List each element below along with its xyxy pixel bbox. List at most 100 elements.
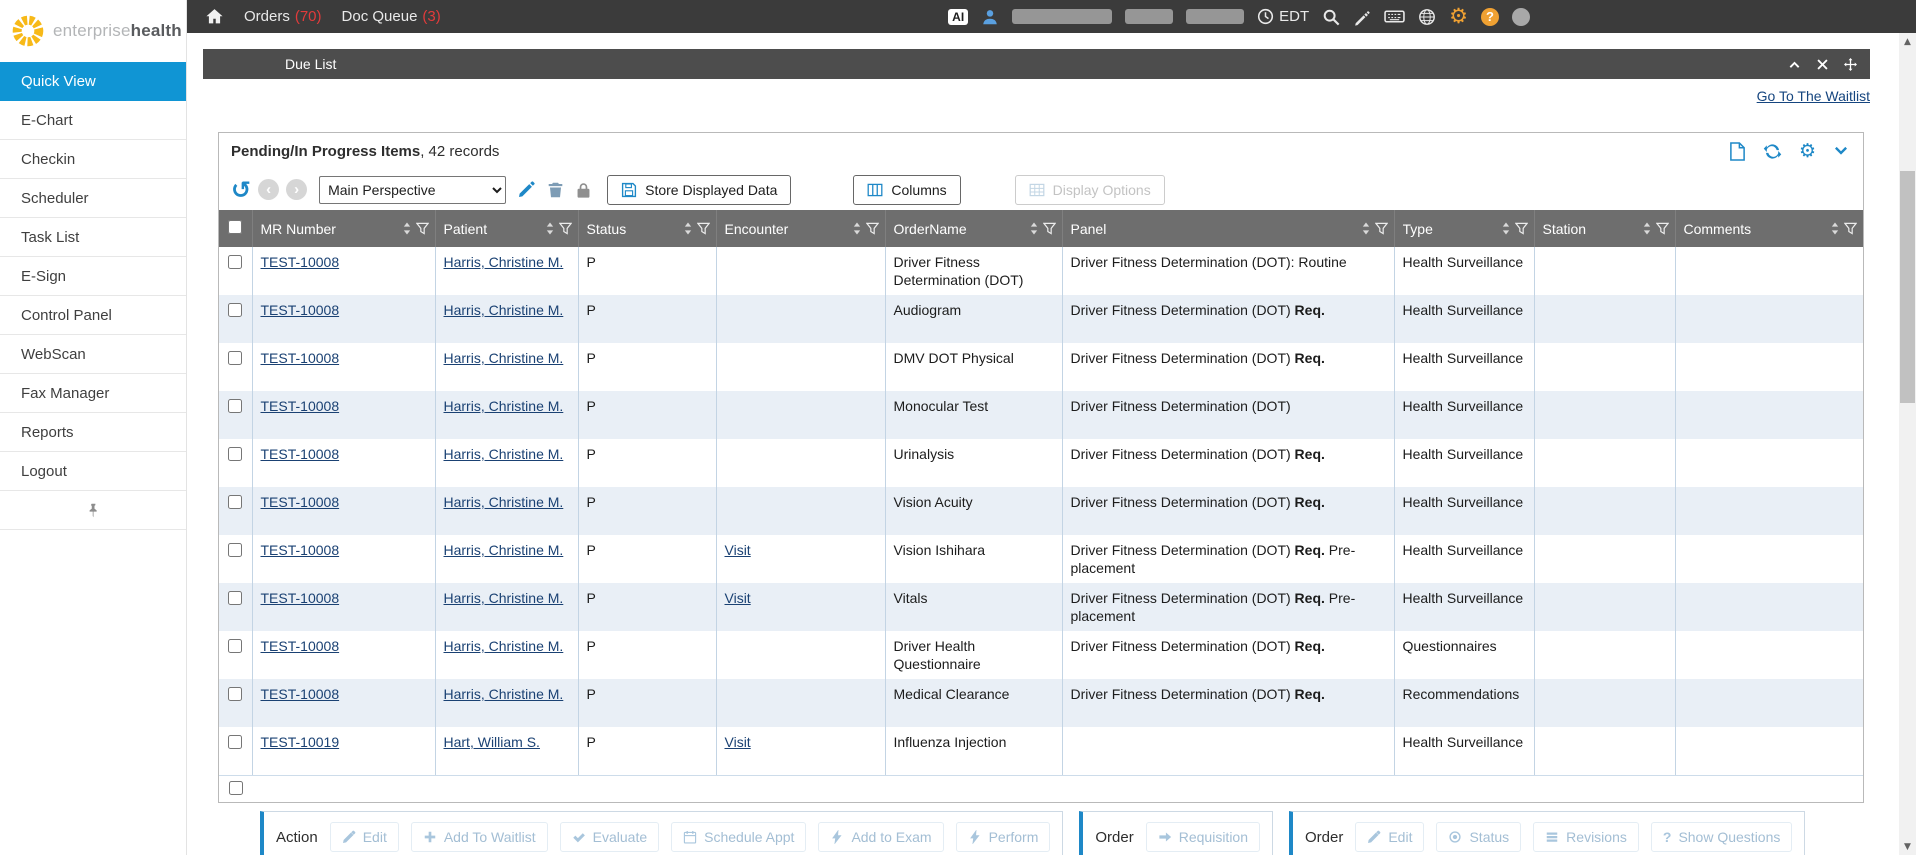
row-checkbox[interactable] (228, 543, 242, 557)
settings-gear-icon[interactable]: ⚙ (1449, 6, 1468, 27)
patient-link[interactable]: Harris, Christine M. (444, 398, 564, 414)
status-button[interactable]: Status (1436, 822, 1521, 852)
column-header-comments[interactable]: Comments (1675, 210, 1863, 247)
patient-link[interactable]: Harris, Christine M. (444, 350, 564, 366)
evaluate-button[interactable]: Evaluate (560, 822, 659, 852)
patient-link[interactable]: Hart, William S. (444, 734, 540, 750)
row-checkbox[interactable] (228, 687, 242, 701)
column-header-panel[interactable]: Panel (1062, 210, 1394, 247)
sidebar-pin[interactable] (0, 491, 186, 530)
scroll-down-arrow[interactable]: ▼ (1899, 838, 1916, 855)
mr-link[interactable]: TEST-10008 (261, 638, 340, 654)
patient-link[interactable]: Harris, Christine M. (444, 638, 564, 654)
row-checkbox[interactable] (228, 591, 242, 605)
sidebar-item-control-panel[interactable]: Control Panel (0, 296, 186, 335)
scroll-up-arrow[interactable]: ▲ (1899, 33, 1916, 50)
scrollbar-thumb[interactable] (1900, 171, 1915, 403)
column-header-status[interactable]: Status (578, 210, 716, 247)
row-checkbox[interactable] (228, 303, 242, 317)
patient-link[interactable]: Harris, Christine M. (444, 686, 564, 702)
revisions-button[interactable]: Revisions (1533, 822, 1639, 852)
new-document-icon[interactable] (1729, 142, 1746, 161)
row-checkbox[interactable] (228, 495, 242, 509)
mr-link[interactable]: TEST-10008 (261, 446, 340, 462)
close-icon[interactable] (1816, 58, 1829, 71)
move-icon[interactable] (1844, 58, 1857, 71)
patient-link[interactable]: Harris, Christine M. (444, 302, 564, 318)
delete-perspective-icon[interactable] (547, 181, 564, 199)
mr-link[interactable]: TEST-10019 (261, 734, 340, 750)
patient-link[interactable]: Harris, Christine M. (444, 542, 564, 558)
column-header-station[interactable]: Station (1534, 210, 1675, 247)
schedule-appt-button[interactable]: Schedule Appt (671, 822, 806, 852)
row-checkbox[interactable] (228, 639, 242, 653)
sidebar-item-checkin[interactable]: Checkin (0, 140, 186, 179)
requisition-button[interactable]: Requisition (1146, 822, 1260, 852)
orders-link[interactable]: Orders (70) (244, 8, 322, 25)
waitlist-link[interactable]: Go To The Waitlist (1757, 88, 1870, 108)
panel-gear-icon[interactable]: ⚙ (1799, 142, 1816, 161)
row-checkbox[interactable] (228, 351, 242, 365)
pen-icon[interactable] (1353, 8, 1371, 26)
row-checkbox[interactable] (228, 735, 242, 749)
encounter-link[interactable]: Visit (725, 734, 751, 750)
select-all-checkbox[interactable] (228, 220, 242, 234)
column-header-ordername[interactable]: OrderName (885, 210, 1062, 247)
ai-badge[interactable]: AI (948, 9, 968, 25)
edit-button[interactable]: Edit (330, 822, 399, 852)
mr-link[interactable]: TEST-10008 (261, 494, 340, 510)
sidebar-item-task-list[interactable]: Task List (0, 218, 186, 257)
columns-button[interactable]: Columns (853, 175, 960, 205)
sidebar-item-logout[interactable]: Logout (0, 452, 186, 491)
display-options-button[interactable]: Display Options (1015, 175, 1165, 205)
help-icon[interactable]: ? (1481, 8, 1499, 26)
show-questions-button[interactable]: ?Show Questions (1651, 822, 1793, 852)
mr-link[interactable]: TEST-10008 (261, 350, 340, 366)
encounter-link[interactable]: Visit (725, 542, 751, 558)
patient-link[interactable]: Harris, Christine M. (444, 494, 564, 510)
status-circle-icon[interactable] (1512, 8, 1530, 26)
encounter-link[interactable]: Visit (725, 590, 751, 606)
keyboard-icon[interactable] (1384, 6, 1405, 27)
edit-button[interactable]: Edit (1355, 822, 1424, 852)
add-to-exam-button[interactable]: Add to Exam (818, 822, 943, 852)
row-checkbox[interactable] (228, 447, 242, 461)
column-header-patient[interactable]: Patient (435, 210, 578, 247)
sidebar-item-reports[interactable]: Reports (0, 413, 186, 452)
sidebar-item-e-sign[interactable]: E-Sign (0, 257, 186, 296)
column-header-mr-number[interactable]: MR Number (252, 210, 435, 247)
sidebar-item-fax-manager[interactable]: Fax Manager (0, 374, 186, 413)
home-icon[interactable] (205, 7, 224, 26)
user-icon[interactable] (981, 8, 999, 26)
refresh-icon[interactable] (1763, 142, 1782, 161)
perspective-select[interactable]: Main Perspective (319, 176, 506, 204)
mr-link[interactable]: TEST-10008 (261, 398, 340, 414)
sidebar-item-e-chart[interactable]: E-Chart (0, 101, 186, 140)
search-icon[interactable] (1322, 8, 1340, 26)
sidebar-item-webscan[interactable]: WebScan (0, 335, 186, 374)
new-row-checkbox[interactable] (229, 781, 243, 795)
collapse-icon[interactable] (1788, 58, 1801, 71)
undo-icon[interactable]: ↺ (231, 178, 251, 202)
mr-link[interactable]: TEST-10008 (261, 542, 340, 558)
doc-queue-link[interactable]: Doc Queue (3) (342, 8, 441, 25)
column-header-encounter[interactable]: Encounter (716, 210, 885, 247)
store-displayed-data-button[interactable]: Store Displayed Data (607, 175, 791, 205)
vertical-scrollbar[interactable]: ▲ ▼ (1899, 33, 1916, 855)
timezone-indicator[interactable]: EDT (1257, 8, 1309, 25)
nav-forward-icon[interactable]: › (286, 179, 307, 200)
patient-link[interactable]: Harris, Christine M. (444, 254, 564, 270)
nav-back-icon[interactable]: ‹ (258, 179, 279, 200)
row-checkbox[interactable] (228, 399, 242, 413)
lock-icon[interactable] (575, 181, 592, 199)
sidebar-item-quick-view[interactable]: Quick View (0, 62, 186, 101)
sidebar-item-scheduler[interactable]: Scheduler (0, 179, 186, 218)
patient-link[interactable]: Harris, Christine M. (444, 590, 564, 606)
add-to-waitlist-button[interactable]: Add To Waitlist (411, 822, 548, 852)
globe-icon[interactable] (1418, 8, 1436, 26)
row-checkbox[interactable] (228, 255, 242, 269)
column-header-type[interactable]: Type (1394, 210, 1534, 247)
perform-button[interactable]: Perform (956, 822, 1051, 852)
mr-link[interactable]: TEST-10008 (261, 686, 340, 702)
edit-perspective-icon[interactable] (517, 180, 536, 199)
